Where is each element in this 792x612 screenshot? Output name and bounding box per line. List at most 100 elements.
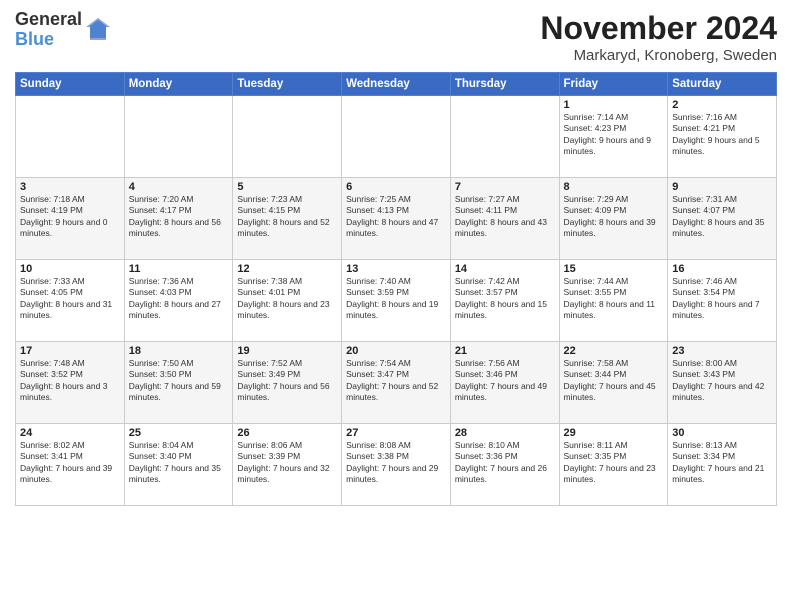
day-info: Sunrise: 7:36 AMSunset: 4:03 PMDaylight:… <box>129 276 229 322</box>
header-tuesday: Tuesday <box>233 73 342 96</box>
day-number: 30 <box>672 427 772 439</box>
calendar-cell: 29Sunrise: 8:11 AMSunset: 3:35 PMDayligh… <box>559 424 668 506</box>
calendar-cell: 17Sunrise: 7:48 AMSunset: 3:52 PMDayligh… <box>16 342 125 424</box>
calendar-cell: 10Sunrise: 7:33 AMSunset: 4:05 PMDayligh… <box>16 260 125 342</box>
day-info: Sunrise: 8:08 AMSunset: 3:38 PMDaylight:… <box>346 440 446 486</box>
day-number: 5 <box>237 181 337 193</box>
day-info: Sunrise: 8:00 AMSunset: 3:43 PMDaylight:… <box>672 358 772 404</box>
day-info: Sunrise: 7:56 AMSunset: 3:46 PMDaylight:… <box>455 358 555 404</box>
day-number: 28 <box>455 427 555 439</box>
day-info: Sunrise: 7:54 AMSunset: 3:47 PMDaylight:… <box>346 358 446 404</box>
day-number: 4 <box>129 181 229 193</box>
day-number: 8 <box>564 181 664 193</box>
title-block: November 2024 Markaryd, Kronoberg, Swede… <box>540 10 777 64</box>
day-number: 17 <box>20 345 120 357</box>
day-number: 24 <box>20 427 120 439</box>
day-number: 15 <box>564 263 664 275</box>
calendar-cell: 13Sunrise: 7:40 AMSunset: 3:59 PMDayligh… <box>342 260 451 342</box>
calendar-cell <box>450 96 559 178</box>
calendar-week-2: 10Sunrise: 7:33 AMSunset: 4:05 PMDayligh… <box>16 260 777 342</box>
calendar-cell: 20Sunrise: 7:54 AMSunset: 3:47 PMDayligh… <box>342 342 451 424</box>
day-info: Sunrise: 7:48 AMSunset: 3:52 PMDaylight:… <box>20 358 120 404</box>
day-number: 26 <box>237 427 337 439</box>
day-info: Sunrise: 7:31 AMSunset: 4:07 PMDaylight:… <box>672 194 772 240</box>
calendar-week-1: 3Sunrise: 7:18 AMSunset: 4:19 PMDaylight… <box>16 178 777 260</box>
header-thursday: Thursday <box>450 73 559 96</box>
day-info: Sunrise: 8:04 AMSunset: 3:40 PMDaylight:… <box>129 440 229 486</box>
day-info: Sunrise: 7:44 AMSunset: 3:55 PMDaylight:… <box>564 276 664 322</box>
day-number: 23 <box>672 345 772 357</box>
calendar-cell: 7Sunrise: 7:27 AMSunset: 4:11 PMDaylight… <box>450 178 559 260</box>
calendar-cell: 25Sunrise: 8:04 AMSunset: 3:40 PMDayligh… <box>124 424 233 506</box>
month-title: November 2024 <box>540 10 777 47</box>
header-monday: Monday <box>124 73 233 96</box>
calendar-cell: 4Sunrise: 7:20 AMSunset: 4:17 PMDaylight… <box>124 178 233 260</box>
day-info: Sunrise: 7:38 AMSunset: 4:01 PMDaylight:… <box>237 276 337 322</box>
calendar-cell: 30Sunrise: 8:13 AMSunset: 3:34 PMDayligh… <box>668 424 777 506</box>
day-number: 10 <box>20 263 120 275</box>
day-info: Sunrise: 8:02 AMSunset: 3:41 PMDaylight:… <box>20 440 120 486</box>
calendar-cell <box>16 96 125 178</box>
calendar-header: Sunday Monday Tuesday Wednesday Thursday… <box>16 73 777 96</box>
day-number: 1 <box>564 99 664 111</box>
logo-icon <box>86 18 110 42</box>
day-number: 14 <box>455 263 555 275</box>
day-number: 27 <box>346 427 446 439</box>
day-number: 13 <box>346 263 446 275</box>
day-info: Sunrise: 7:46 AMSunset: 3:54 PMDaylight:… <box>672 276 772 322</box>
day-info: Sunrise: 8:11 AMSunset: 3:35 PMDaylight:… <box>564 440 664 486</box>
day-info: Sunrise: 7:27 AMSunset: 4:11 PMDaylight:… <box>455 194 555 240</box>
day-info: Sunrise: 7:42 AMSunset: 3:57 PMDaylight:… <box>455 276 555 322</box>
calendar-cell: 3Sunrise: 7:18 AMSunset: 4:19 PMDaylight… <box>16 178 125 260</box>
day-number: 25 <box>129 427 229 439</box>
calendar-cell: 14Sunrise: 7:42 AMSunset: 3:57 PMDayligh… <box>450 260 559 342</box>
day-number: 9 <box>672 181 772 193</box>
day-info: Sunrise: 7:50 AMSunset: 3:50 PMDaylight:… <box>129 358 229 404</box>
day-info: Sunrise: 8:13 AMSunset: 3:34 PMDaylight:… <box>672 440 772 486</box>
header-wednesday: Wednesday <box>342 73 451 96</box>
calendar-cell <box>233 96 342 178</box>
day-number: 21 <box>455 345 555 357</box>
day-info: Sunrise: 7:29 AMSunset: 4:09 PMDaylight:… <box>564 194 664 240</box>
logo-blue: Blue <box>15 30 82 50</box>
calendar-cell: 28Sunrise: 8:10 AMSunset: 3:36 PMDayligh… <box>450 424 559 506</box>
calendar-week-4: 24Sunrise: 8:02 AMSunset: 3:41 PMDayligh… <box>16 424 777 506</box>
day-info: Sunrise: 7:16 AMSunset: 4:21 PMDaylight:… <box>672 112 772 158</box>
day-number: 11 <box>129 263 229 275</box>
day-number: 19 <box>237 345 337 357</box>
header-friday: Friday <box>559 73 668 96</box>
day-number: 18 <box>129 345 229 357</box>
logo-text: General Blue <box>15 10 82 50</box>
day-info: Sunrise: 8:10 AMSunset: 3:36 PMDaylight:… <box>455 440 555 486</box>
calendar-cell: 22Sunrise: 7:58 AMSunset: 3:44 PMDayligh… <box>559 342 668 424</box>
day-number: 12 <box>237 263 337 275</box>
day-info: Sunrise: 7:40 AMSunset: 3:59 PMDaylight:… <box>346 276 446 322</box>
day-number: 16 <box>672 263 772 275</box>
day-number: 3 <box>20 181 120 193</box>
calendar-cell: 1Sunrise: 7:14 AMSunset: 4:23 PMDaylight… <box>559 96 668 178</box>
calendar-week-0: 1Sunrise: 7:14 AMSunset: 4:23 PMDaylight… <box>16 96 777 178</box>
calendar-cell: 5Sunrise: 7:23 AMSunset: 4:15 PMDaylight… <box>233 178 342 260</box>
day-info: Sunrise: 8:06 AMSunset: 3:39 PMDaylight:… <box>237 440 337 486</box>
logo: General Blue <box>15 10 110 50</box>
calendar-cell: 15Sunrise: 7:44 AMSunset: 3:55 PMDayligh… <box>559 260 668 342</box>
calendar-cell: 24Sunrise: 8:02 AMSunset: 3:41 PMDayligh… <box>16 424 125 506</box>
day-number: 6 <box>346 181 446 193</box>
day-info: Sunrise: 7:23 AMSunset: 4:15 PMDaylight:… <box>237 194 337 240</box>
header-sunday: Sunday <box>16 73 125 96</box>
calendar-cell: 27Sunrise: 8:08 AMSunset: 3:38 PMDayligh… <box>342 424 451 506</box>
calendar-cell: 16Sunrise: 7:46 AMSunset: 3:54 PMDayligh… <box>668 260 777 342</box>
day-number: 20 <box>346 345 446 357</box>
calendar-cell: 18Sunrise: 7:50 AMSunset: 3:50 PMDayligh… <box>124 342 233 424</box>
calendar-cell: 6Sunrise: 7:25 AMSunset: 4:13 PMDaylight… <box>342 178 451 260</box>
calendar-cell: 9Sunrise: 7:31 AMSunset: 4:07 PMDaylight… <box>668 178 777 260</box>
header-row: Sunday Monday Tuesday Wednesday Thursday… <box>16 73 777 96</box>
calendar-cell: 2Sunrise: 7:16 AMSunset: 4:21 PMDaylight… <box>668 96 777 178</box>
logo-general: General <box>15 10 82 30</box>
calendar-cell <box>342 96 451 178</box>
calendar-cell: 23Sunrise: 8:00 AMSunset: 3:43 PMDayligh… <box>668 342 777 424</box>
day-info: Sunrise: 7:58 AMSunset: 3:44 PMDaylight:… <box>564 358 664 404</box>
day-info: Sunrise: 7:20 AMSunset: 4:17 PMDaylight:… <box>129 194 229 240</box>
day-info: Sunrise: 7:18 AMSunset: 4:19 PMDaylight:… <box>20 194 120 240</box>
day-info: Sunrise: 7:33 AMSunset: 4:05 PMDaylight:… <box>20 276 120 322</box>
